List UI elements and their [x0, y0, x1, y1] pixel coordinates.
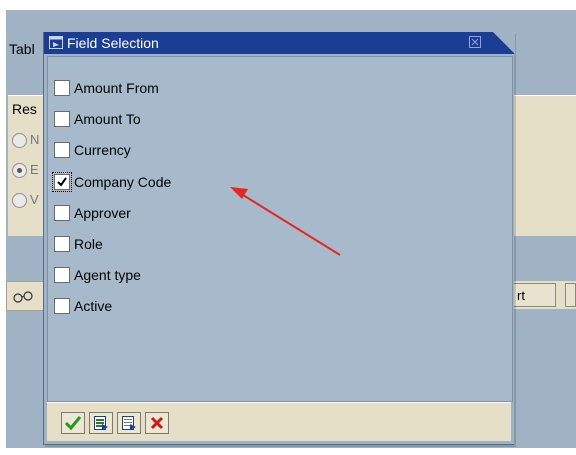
background-radio-2[interactable]	[12, 163, 27, 178]
deselect-all-icon	[122, 416, 136, 430]
checkbox-active[interactable]	[54, 298, 70, 314]
select-all-button[interactable]	[89, 412, 113, 434]
dialog-footer-toolbar	[47, 402, 511, 441]
background-print-button[interactable]	[565, 283, 576, 307]
field-label-active: Active	[74, 298, 113, 314]
background-button-partial[interactable]: rt	[512, 283, 556, 307]
select-all-icon	[94, 416, 108, 430]
background-tab-label: Tabl	[9, 41, 35, 57]
background-toolbar-glasses-button[interactable]	[6, 281, 46, 311]
background-radio-1[interactable]	[12, 133, 27, 148]
background-radio-1-label: N	[30, 132, 40, 147]
checkmark-icon	[57, 177, 67, 187]
field-label-role: Role	[74, 236, 103, 252]
checkbox-amount-to[interactable]	[54, 111, 70, 127]
field-row-currency[interactable]: Currency	[54, 139, 131, 161]
field-row-approver[interactable]: Approver	[54, 202, 131, 224]
background-radio-2-label: E	[30, 162, 39, 177]
checkbox-company-code[interactable]	[52, 172, 72, 192]
field-label-agent-type: Agent type	[74, 267, 141, 283]
field-label-amount-from: Amount From	[74, 80, 159, 96]
background-right-panel	[512, 95, 576, 236]
field-label-amount-to: Amount To	[74, 111, 141, 127]
dialog-title-bar[interactable]: Field Selection	[44, 32, 515, 54]
field-label-currency: Currency	[74, 142, 131, 158]
background-radio-3[interactable]	[12, 193, 27, 208]
field-selection-dialog: Field Selection Amount From Amount To Cu…	[43, 32, 515, 445]
checkbox-agent-type[interactable]	[54, 267, 70, 283]
field-row-amount-to[interactable]: Amount To	[54, 108, 141, 130]
checkbox-amount-from[interactable]	[54, 80, 70, 96]
title-bar-corner	[493, 32, 515, 54]
checkbox-role[interactable]	[54, 236, 70, 252]
glasses-icon	[13, 291, 33, 303]
background-results-label: Res	[12, 101, 37, 117]
field-row-amount-from[interactable]: Amount From	[54, 77, 159, 99]
checkbox-currency[interactable]	[54, 142, 70, 158]
dialog-window-icon	[49, 36, 63, 49]
field-list: Amount From Amount To Currency Company C…	[47, 56, 513, 402]
field-row-company-code[interactable]: Company Code	[52, 171, 172, 193]
field-row-role[interactable]: Role	[54, 233, 103, 255]
deselect-all-button[interactable]	[117, 412, 141, 434]
confirm-button[interactable]	[61, 412, 85, 434]
green-check-icon	[64, 416, 82, 431]
field-row-agent-type[interactable]: Agent type	[54, 264, 141, 286]
field-label-company-code: Company Code	[74, 174, 172, 190]
cancel-button[interactable]	[145, 412, 169, 434]
checkbox-approver[interactable]	[54, 205, 70, 221]
dialog-title: Field Selection	[67, 35, 159, 51]
close-icon[interactable]	[469, 36, 481, 48]
field-row-active[interactable]: Active	[54, 295, 112, 317]
red-x-icon	[150, 416, 164, 430]
field-label-approver: Approver	[74, 205, 131, 221]
background-radio-3-label: V	[30, 192, 39, 207]
